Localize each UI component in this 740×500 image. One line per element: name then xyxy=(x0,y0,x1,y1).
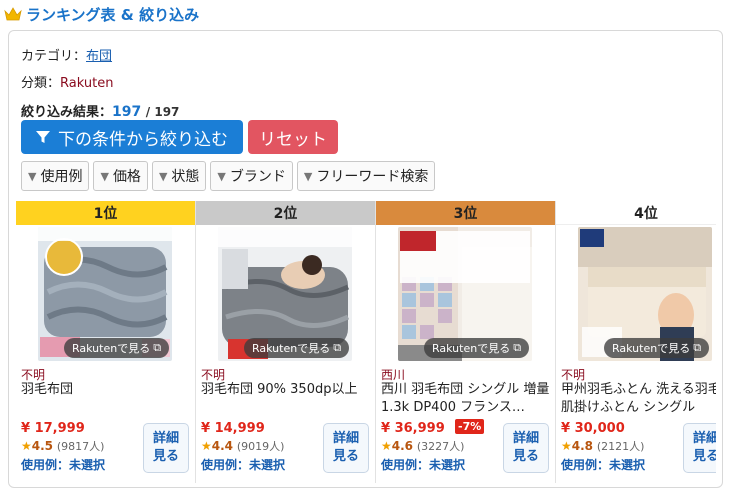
classification-row: 分類：Rakuten xyxy=(21,72,113,91)
detail-label-line2: 見る xyxy=(512,449,539,464)
category-label: カテゴリ： xyxy=(21,49,87,64)
rating-value: 4.5 xyxy=(31,439,54,453)
chip-label: 価格 xyxy=(112,169,141,185)
detail-label-line1: 詳細 xyxy=(692,431,716,446)
usage-example[interactable]: 使用例：未選択 xyxy=(21,456,105,473)
product-rating: ★4.5 (9817人) xyxy=(21,438,104,454)
product-price: ¥ 14,999 xyxy=(201,421,265,436)
result-summary: 絞り込み結果：197 / 197 xyxy=(21,101,179,120)
rank-label: 4位 xyxy=(556,201,716,225)
product-rating: ★4.4 (9019人) xyxy=(201,438,284,454)
detail-button[interactable]: 詳細 見る xyxy=(143,423,189,473)
filter-button[interactable]: 下の条件から絞り込む xyxy=(21,120,243,154)
product-name[interactable]: 甲州羽毛ふとん 洗える羽毛肌掛けふとん シングル xyxy=(561,381,716,417)
product-price: ¥ 36,999 xyxy=(381,421,445,436)
rakuten-link[interactable]: Rakutenで見る ⧉ xyxy=(424,338,530,358)
rakuten-link[interactable]: Rakutenで見る ⧉ xyxy=(64,338,170,358)
classification-value: Rakuten xyxy=(60,76,114,91)
review-count: (3227人) xyxy=(416,440,465,453)
chip-usage[interactable]: ▼ 使用例 xyxy=(21,161,90,191)
product-card[interactable]: 4位 Rakutenで見る ⧉ 不明 甲州羽毛ふとん 洗える羽毛肌掛けふとん シン… xyxy=(556,201,716,483)
product-name[interactable]: 羽毛布団 xyxy=(21,381,193,399)
external-link-icon: ⧉ xyxy=(153,341,162,354)
star-icon: ★ xyxy=(201,439,212,453)
filter-button-label: 下の条件から絞り込む xyxy=(58,129,228,150)
product-name[interactable]: 西川 羽毛布団 シングル 増量1.3k DP400 フランス… xyxy=(381,381,553,417)
discount-badge: -7% xyxy=(455,419,485,434)
rating-value: 4.6 xyxy=(391,439,414,453)
section-title: ランキング表 & 絞り込み xyxy=(26,5,200,24)
product-rating: ★4.8 (2121人) xyxy=(561,438,644,454)
crown-icon xyxy=(4,7,22,21)
product-rating: ★4.6 (3227人) xyxy=(381,438,464,454)
rakuten-link[interactable]: Rakutenで見る ⧉ xyxy=(244,338,350,358)
triangle-down-icon: ▼ xyxy=(217,169,226,183)
chip-price[interactable]: ▼ 価格 xyxy=(93,161,148,191)
filter-icon xyxy=(36,131,50,143)
product-price: ¥ 30,000 xyxy=(561,421,625,436)
triangle-down-icon: ▼ xyxy=(28,169,37,183)
detail-label-line1: 詳細 xyxy=(332,431,359,446)
review-count: (9019人) xyxy=(236,440,285,453)
triangle-down-icon: ▼ xyxy=(158,169,168,183)
rank-label: 3位 xyxy=(376,201,555,225)
external-link-icon: ⧉ xyxy=(693,341,702,354)
chip-label: 使用例 xyxy=(40,169,83,185)
product-card[interactable]: 3位 Rakutenで見る ⧉ 西川 西川 羽毛布団 シングル 増量1.3k D… xyxy=(376,201,556,483)
star-icon: ★ xyxy=(381,439,392,453)
chip-freeword[interactable]: ▼ フリーワード検索 xyxy=(296,161,436,191)
detail-button[interactable]: 詳細 見る xyxy=(503,423,549,473)
chip-condition[interactable]: ▼ 状態 xyxy=(151,161,207,191)
result-count: 197 xyxy=(112,104,142,120)
rakuten-link-label: Rakutenで見る xyxy=(72,342,151,355)
external-link-icon: ⧉ xyxy=(333,341,342,354)
usage-example[interactable]: 使用例：未選択 xyxy=(561,456,645,473)
star-icon: ★ xyxy=(21,439,32,453)
rakuten-link-label: Rakutenで見る xyxy=(252,342,331,355)
rank-label: 2位 xyxy=(196,201,375,225)
filter-panel: カテゴリ：布団 分類：Rakuten 絞り込み結果：197 / 197 下の条件… xyxy=(8,30,723,488)
triangle-down-icon: ▼ xyxy=(303,169,313,183)
review-count: (9817人) xyxy=(56,440,105,453)
detail-label-line2: 見る xyxy=(332,449,359,464)
product-price: ¥ 17,999 xyxy=(21,421,85,436)
review-count: (2121人) xyxy=(596,440,645,453)
classification-label: 分類： xyxy=(21,76,61,91)
external-link-icon: ⧉ xyxy=(513,341,522,354)
chip-label: ブランド xyxy=(229,169,286,185)
triangle-down-icon: ▼ xyxy=(100,169,109,183)
star-icon: ★ xyxy=(561,439,572,453)
result-total: / 197 xyxy=(145,105,180,119)
section-header: ランキング表 & 絞り込み xyxy=(4,2,199,26)
rakuten-link[interactable]: Rakutenで見る ⧉ xyxy=(604,338,710,358)
filter-chips: ▼ 使用例 ▼ 価格 ▼ 状態 ▼ ブランド ▼ フリーワード検索 xyxy=(21,161,436,191)
rakuten-link-label: Rakutenで見る xyxy=(612,342,691,355)
usage-example[interactable]: 使用例：未選択 xyxy=(201,456,285,473)
rakuten-link-label: Rakutenで見る xyxy=(432,342,511,355)
detail-label-line2: 見る xyxy=(152,449,179,464)
detail-label-line1: 詳細 xyxy=(152,431,179,446)
rating-value: 4.4 xyxy=(211,439,234,453)
detail-button[interactable]: 詳細 見る xyxy=(683,423,716,473)
category-row: カテゴリ：布団 xyxy=(21,45,112,64)
chip-label: 状態 xyxy=(171,169,200,185)
chip-label: フリーワード検索 xyxy=(316,169,429,185)
chip-brand[interactable]: ▼ ブランド xyxy=(210,161,293,191)
detail-button[interactable]: 詳細 見る xyxy=(323,423,369,473)
product-name[interactable]: 羽毛布団 90% 350dp以上 xyxy=(201,381,373,399)
rating-value: 4.8 xyxy=(571,439,594,453)
ranking-cards: 1位 Rakutenで見る ⧉ 不明 羽毛布団 ¥ 17,999 ★4.5 (9… xyxy=(16,201,716,483)
category-link[interactable]: 布団 xyxy=(86,49,112,64)
rank-label: 1位 xyxy=(16,201,195,225)
detail-label-line2: 見る xyxy=(692,449,716,464)
detail-label-line1: 詳細 xyxy=(512,431,539,446)
product-card[interactable]: 1位 Rakutenで見る ⧉ 不明 羽毛布団 ¥ 17,999 ★4.5 (9… xyxy=(16,201,196,483)
product-card[interactable]: 2位 Rakutenで見る ⧉ 不明 羽毛布団 90% 350dp以上 ¥ 14… xyxy=(196,201,376,483)
reset-button[interactable]: リセット xyxy=(248,120,338,154)
reset-button-label: リセット xyxy=(259,129,327,150)
result-label: 絞り込み結果： xyxy=(21,105,113,120)
usage-example[interactable]: 使用例：未選択 xyxy=(381,456,465,473)
